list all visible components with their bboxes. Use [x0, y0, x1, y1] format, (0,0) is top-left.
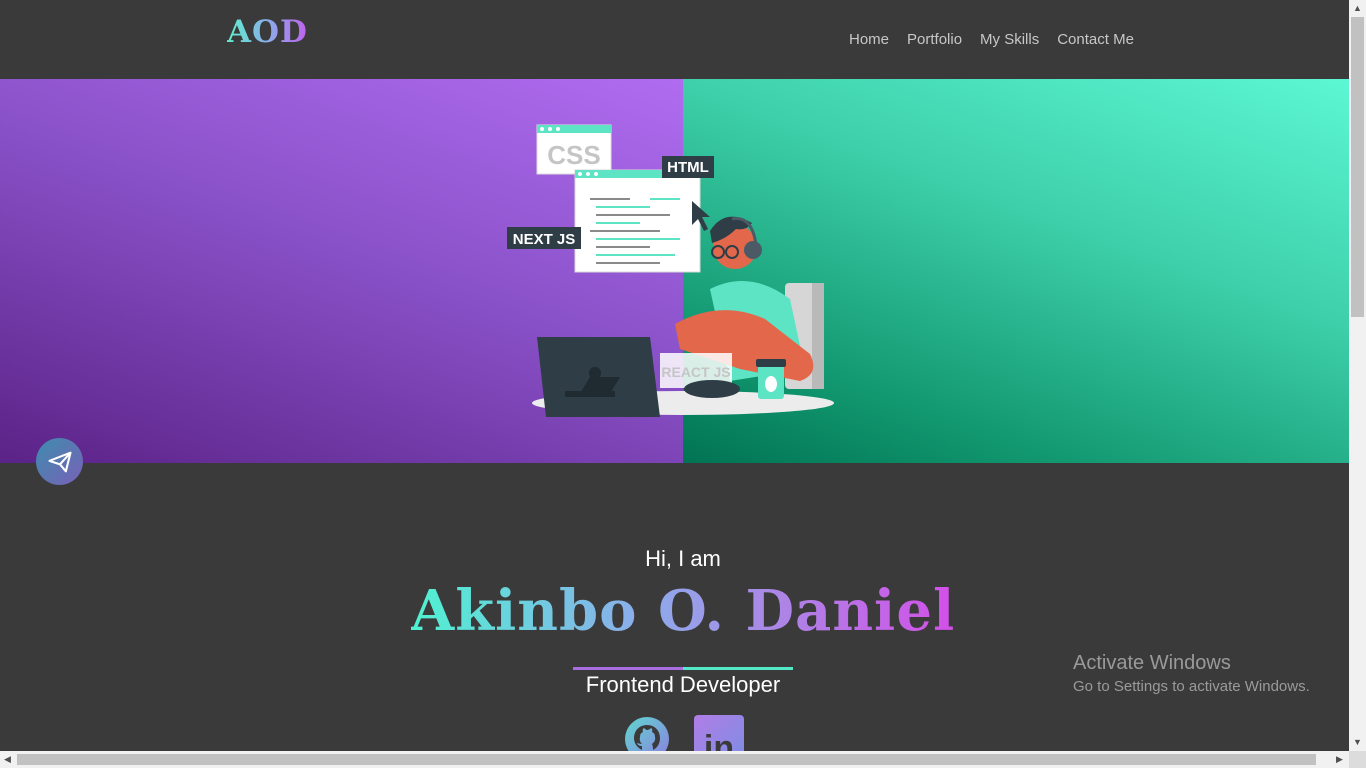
greeting-text: Hi, I am: [645, 546, 721, 571]
label-html: HTML: [667, 159, 709, 176]
activate-subtitle: Go to Settings to activate Windows.: [1073, 678, 1310, 695]
scroll-right-icon[interactable]: ▶: [1336, 754, 1343, 765]
hero-banner: CSS HTML NEXT JS REACT JS: [0, 79, 1349, 463]
developer-name: Akinbo O. Daniel: [0, 578, 1349, 644]
nav-contact-me[interactable]: Contact Me: [1057, 31, 1134, 48]
horizontal-scrollbar[interactable]: ◀ ▶: [0, 751, 1349, 768]
windows-activation-watermark: Activate Windows Go to Settings to activ…: [1073, 652, 1310, 695]
label-next-js: NEXT JS: [513, 231, 576, 248]
page-viewport: AOD Home Portfolio My Skills Contact Me …: [0, 0, 1349, 751]
send-button[interactable]: [36, 438, 83, 485]
github-icon: [634, 725, 660, 750]
label-react-js: REACT JS: [661, 364, 730, 380]
activate-title: Activate Windows: [1073, 652, 1231, 674]
vertical-scrollbar[interactable]: ▲ ▼: [1349, 0, 1366, 751]
developer-name-text: Akinbo O. Daniel: [410, 578, 956, 644]
label-css: CSS: [547, 140, 600, 170]
developer-illustration: CSS HTML NEXT JS REACT JS: [507, 124, 834, 417]
divider-purple: [573, 667, 683, 670]
linkedin-link[interactable]: in: [694, 715, 744, 751]
nav-home[interactable]: Home: [849, 31, 889, 48]
send-icon: [47, 451, 72, 472]
nav-links: Home Portfolio My Skills Contact Me: [849, 31, 1134, 48]
navbar: AOD Home Portfolio My Skills Contact Me: [0, 0, 1349, 79]
logo[interactable]: AOD: [227, 14, 308, 50]
scrollbar-corner: [1349, 751, 1366, 768]
nav-portfolio[interactable]: Portfolio: [907, 31, 962, 48]
github-link[interactable]: [625, 717, 669, 751]
divider-teal: [683, 667, 793, 670]
horizontal-scroll-thumb[interactable]: [17, 754, 1316, 765]
linkedin-icon: in: [703, 729, 735, 751]
vertical-scroll-thumb[interactable]: [1351, 17, 1364, 317]
nav-my-skills[interactable]: My Skills: [980, 31, 1039, 48]
scroll-left-icon[interactable]: ◀: [4, 754, 11, 765]
scroll-down-icon[interactable]: ▼: [1353, 737, 1362, 747]
scroll-up-icon[interactable]: ▲: [1353, 3, 1362, 13]
